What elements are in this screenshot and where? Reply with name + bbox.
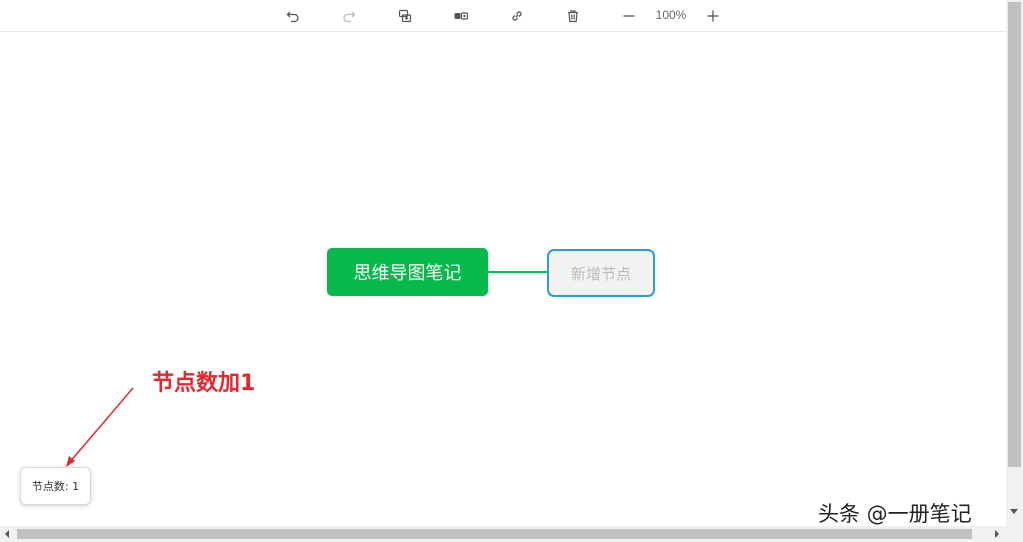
root-node[interactable]: 思维导图笔记: [327, 248, 488, 296]
scroll-left-arrow-icon[interactable]: [5, 530, 9, 538]
vertical-scrollbar[interactable]: [1006, 0, 1023, 526]
annotation-label: 节点数加1: [152, 371, 256, 396]
new-child-node[interactable]: 新增节点: [547, 249, 655, 297]
node-connector: [488, 271, 548, 273]
node-count-badge: 节点数: 1: [20, 467, 91, 505]
link-icon[interactable]: [508, 7, 526, 25]
zoom-in-icon[interactable]: [704, 7, 722, 25]
vertical-scroll-thumb[interactable]: [1008, 2, 1021, 467]
add-sibling-icon[interactable]: [452, 7, 470, 25]
scrollbar-corner: [1006, 526, 1023, 542]
annotation-arrow-icon: [66, 387, 134, 467]
add-child-icon[interactable]: [396, 7, 414, 25]
undo-icon[interactable]: [284, 7, 302, 25]
horizontal-scroll-thumb[interactable]: [17, 529, 972, 539]
zoom-level: 100%: [655, 8, 687, 22]
scroll-right-arrow-icon[interactable]: [995, 530, 999, 538]
redo-icon[interactable]: [340, 7, 358, 25]
zoom-out-icon[interactable]: [620, 7, 638, 25]
horizontal-scrollbar[interactable]: [0, 526, 1006, 542]
mindmap-canvas[interactable]: [0, 32, 1006, 526]
delete-icon[interactable]: [564, 7, 582, 25]
scroll-down-arrow-icon[interactable]: [1010, 509, 1018, 514]
toolbar: 100%: [0, 0, 1006, 32]
watermark: 头条 @一册笔记: [818, 502, 972, 526]
